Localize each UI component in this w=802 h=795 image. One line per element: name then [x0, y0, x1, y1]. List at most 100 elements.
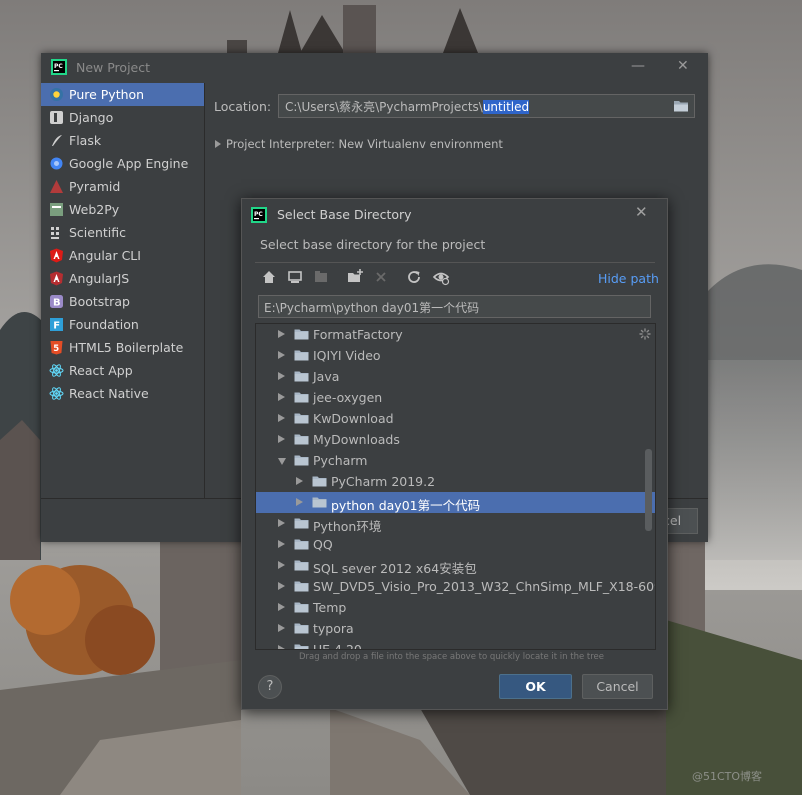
project-interpreter-toggle[interactable]: Project Interpreter: New Virtualenv envi…	[215, 137, 503, 151]
tree-row-name: Pycharm	[313, 453, 368, 468]
tree-row[interactable]: MyDownloads	[256, 429, 655, 450]
tree-row[interactable]: SQL sever 2012 x64安装包	[256, 555, 655, 576]
tree-row[interactable]: Temp	[256, 597, 655, 618]
project-type-angular-cli[interactable]: Angular CLI	[41, 244, 204, 267]
expand-arrow-icon[interactable]	[278, 603, 285, 611]
foundation-icon: F	[50, 318, 63, 332]
project-type-pyramid[interactable]: Pyramid	[41, 175, 204, 198]
refresh-icon[interactable]	[405, 268, 423, 286]
delete-icon[interactable]	[372, 268, 390, 286]
tree-row-name: Python环境	[313, 519, 382, 534]
minimize-button[interactable]: —	[631, 56, 645, 76]
help-button[interactable]: ?	[258, 675, 282, 699]
project-type-react[interactable]: React App	[41, 359, 204, 382]
expand-arrow-icon[interactable]	[278, 624, 285, 632]
sidebar-divider	[204, 83, 205, 498]
expand-arrow-icon[interactable]	[278, 372, 285, 380]
project-type-scientific[interactable]: Scientific	[41, 221, 204, 244]
project-type-list: Pure Python Django Flask Google App Engine P…	[41, 83, 204, 498]
project-type-django[interactable]: Django	[41, 106, 204, 129]
expand-arrow-icon[interactable]	[296, 498, 303, 506]
scientific-icon	[51, 227, 59, 239]
project-type-bootstrap[interactable]: B Bootstrap	[41, 290, 204, 313]
tree-row[interactable]: PyCharm 2019.2	[256, 471, 655, 492]
expand-arrow-icon[interactable]	[278, 435, 285, 443]
html5-icon: 5	[50, 341, 63, 355]
flask-icon	[52, 135, 62, 146]
cancel-button[interactable]: Cancel	[582, 674, 653, 699]
path-input[interactable]: E:\Pycharm\python day01第一个代码	[258, 295, 651, 318]
desktop-icon[interactable]	[286, 268, 304, 286]
tree-row[interactable]: Python环境	[256, 513, 655, 534]
angular-cli-icon	[50, 248, 63, 263]
folder-icon	[294, 623, 309, 634]
project-type-react[interactable]: React Native	[41, 382, 204, 405]
tree-row[interactable]: UE 4.20	[256, 639, 655, 649]
project-type-web2py[interactable]: Web2Py	[41, 198, 204, 221]
directory-tree[interactable]: FormatFactory IQIYI Video Java jee-oxygen Kw…	[255, 323, 656, 650]
expand-arrow-icon[interactable]	[278, 330, 285, 338]
project-type-foundation[interactable]: F Foundation	[41, 313, 204, 336]
expand-arrow-icon[interactable]	[278, 414, 285, 422]
tree-row-name: python day01第一个代码	[331, 498, 481, 513]
project-interpreter-label: Project Interpreter: New Virtualenv envi…	[226, 137, 503, 151]
project-type-label: Pure Python	[69, 87, 145, 102]
new-project-title: New Project	[76, 60, 151, 75]
expand-arrow-icon[interactable]	[278, 561, 285, 569]
expand-arrow-icon[interactable]	[278, 582, 285, 590]
project-type-label: React App	[69, 363, 133, 378]
tree-scrollbar[interactable]	[645, 449, 652, 531]
pycharm-logo-icon: PC	[51, 59, 67, 75]
tree-row[interactable]: typora	[256, 618, 655, 639]
location-path-prefix: C:\Users\蔡永亮\PycharmProjects\	[285, 100, 483, 114]
expand-arrow-icon[interactable]	[296, 477, 303, 485]
project-type-google-app-engine[interactable]: Google App Engine	[41, 152, 204, 175]
svg-text:B: B	[53, 298, 61, 309]
project-type-label: React Native	[69, 386, 149, 401]
react-icon	[49, 364, 64, 377]
tree-row-name: KwDownload	[313, 411, 394, 426]
expand-arrow-icon[interactable]	[278, 393, 285, 401]
new-folder-icon[interactable]	[346, 268, 364, 286]
tree-row[interactable]: FormatFactory	[256, 324, 655, 345]
dialog-separator	[255, 262, 655, 263]
tree-row[interactable]: KwDownload	[256, 408, 655, 429]
tree-row[interactable]: jee-oxygen	[256, 387, 655, 408]
project-type-flask[interactable]: Flask	[41, 129, 204, 152]
tree-row[interactable]: Java	[256, 366, 655, 387]
tree-row[interactable]: python day01第一个代码	[256, 492, 655, 513]
folder-icon	[294, 413, 309, 424]
show-hidden-icon[interactable]	[432, 268, 450, 286]
tree-row[interactable]: SW_DVD5_Visio_Pro_2013_W32_ChnSimp_MLF_X…	[256, 576, 655, 597]
expand-arrow-icon[interactable]	[278, 519, 285, 527]
project-type-html5[interactable]: 5 HTML5 Boilerplate	[41, 336, 204, 359]
close-button[interactable]: ✕	[677, 56, 689, 76]
project-type-label: AngularJS	[69, 271, 130, 286]
expand-arrow-icon[interactable]	[278, 351, 285, 359]
browse-folder-icon[interactable]	[673, 99, 689, 113]
tree-row-name: PyCharm 2019.2	[331, 474, 436, 489]
tree-row-name: FormatFactory	[313, 327, 403, 342]
project-type-label: Google App Engine	[69, 156, 189, 171]
project-icon[interactable]	[312, 268, 330, 286]
project-type-label: Django	[69, 110, 114, 125]
tree-row-name: QQ	[313, 537, 333, 552]
new-project-title-bar[interactable]: PC New Project — ✕	[41, 53, 708, 81]
tree-row-name: MyDownloads	[313, 432, 400, 447]
dialog-close-button[interactable]: ✕	[635, 203, 648, 221]
svg-text:PC: PC	[54, 63, 63, 70]
pycharm-logo-icon: PC	[251, 207, 267, 223]
tree-row[interactable]: IQIYI Video	[256, 345, 655, 366]
home-icon[interactable]	[260, 268, 278, 286]
location-input[interactable]: C:\Users\蔡永亮\PycharmProjects\untitled	[278, 94, 695, 118]
google-app-engine-icon	[50, 157, 63, 170]
project-type-angularjs[interactable]: AngularJS	[41, 267, 204, 290]
expand-arrow-icon[interactable]	[278, 645, 285, 649]
expand-arrow-icon[interactable]	[278, 540, 285, 548]
collapse-arrow-icon[interactable]	[278, 458, 286, 465]
ok-button[interactable]: OK	[499, 674, 572, 699]
tree-row[interactable]: QQ	[256, 534, 655, 555]
hide-path-link[interactable]: Hide path	[598, 271, 659, 286]
tree-row[interactable]: Pycharm	[256, 450, 655, 471]
project-type-python[interactable]: Pure Python	[41, 83, 204, 106]
